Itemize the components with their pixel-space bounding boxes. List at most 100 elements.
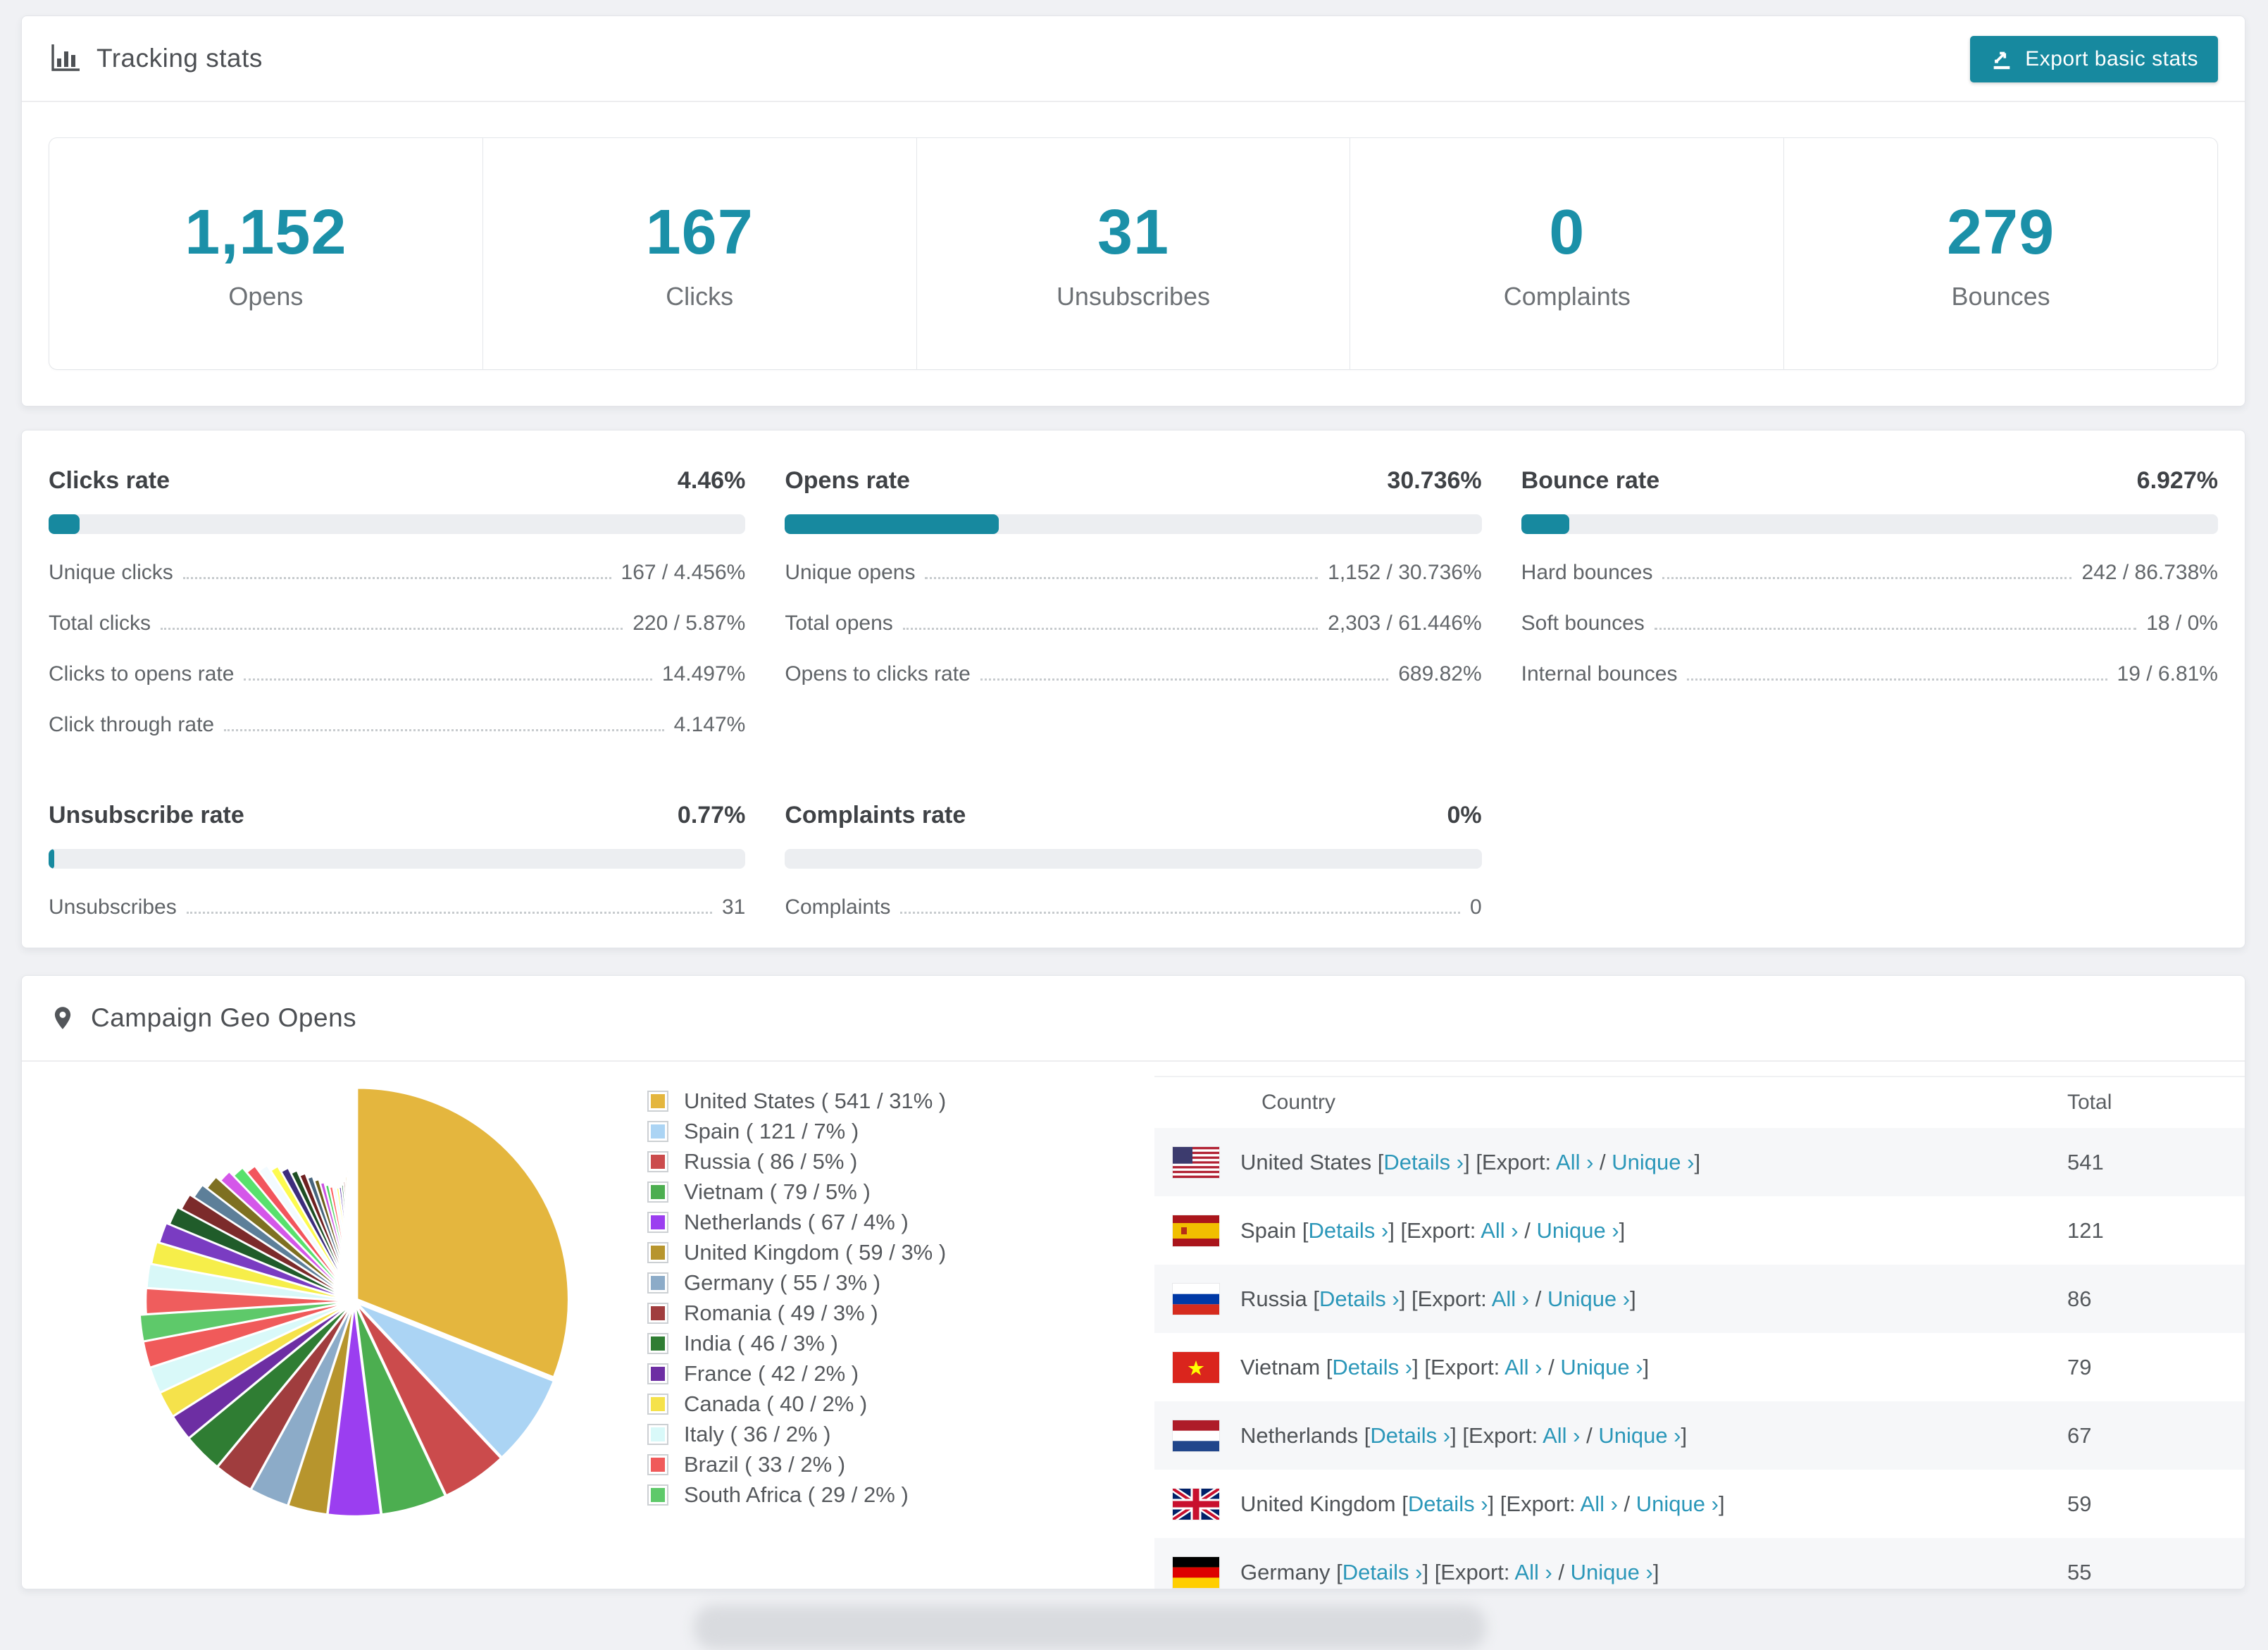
stat-card-bounces: 279 Bounces: [1784, 138, 2217, 369]
rate-percentage: 0.77%: [677, 802, 746, 829]
stat-label: Clicks: [666, 281, 734, 311]
export-basic-stats-button[interactable]: Export basic stats: [1970, 36, 2218, 82]
export-unique-link[interactable]: Unique ›: [1598, 1423, 1681, 1448]
table-row-united-kingdom: United Kingdom [Details ›] [Export: All …: [1154, 1470, 2245, 1538]
rate-section-opens: Opens rate 30.736% Unique opens 1,152 / …: [785, 467, 1482, 737]
rate-row-value: 689.82%: [1398, 662, 1482, 686]
country-cell: United States [Details ›] [Export: All ›…: [1240, 1149, 1701, 1174]
details-link[interactable]: Details ›: [1370, 1423, 1450, 1448]
export-all-link[interactable]: All ›: [1581, 1491, 1618, 1516]
details-link[interactable]: Details ›: [1408, 1491, 1488, 1516]
dotted-leader: [182, 577, 611, 579]
rate-row: Click through rate 4.147%: [49, 713, 745, 737]
country-cell: Spain [Details ›] [Export: All › / Uniqu…: [1240, 1217, 1626, 1243]
rate-row-label: Hard bounces: [1521, 561, 1653, 584]
rate-section-unsubscribe: Unsubscribe rate 0.77% Unsubscribes 31: [49, 802, 746, 919]
legend-label: Vietnam ( 79 / 5% ): [684, 1179, 871, 1204]
export-all-link[interactable]: All ›: [1556, 1150, 1593, 1174]
rate-row: Internal bounces 19 / 6.81%: [1521, 662, 2218, 686]
rate-row-label: Soft bounces: [1521, 612, 1645, 635]
export-all-link[interactable]: All ›: [1543, 1423, 1580, 1448]
country-name: United States: [1240, 1149, 1372, 1174]
details-link[interactable]: Details ›: [1319, 1286, 1400, 1311]
pie-legend: United States ( 541 / 31% ) Spain ( 121 /…: [647, 1086, 946, 1510]
total-cell: 121: [2067, 1217, 2104, 1243]
stat-card-unsubscribes: 31 Unsubscribes: [917, 138, 1351, 369]
export-icon: [1993, 51, 2010, 70]
geo-opens-pie-chart: [139, 1086, 570, 1518]
country-name: United Kingdom: [1240, 1491, 1396, 1516]
stat-value: 31: [1097, 197, 1170, 268]
tracking-stats-header: Tracking stats Export basic stats: [22, 16, 2245, 102]
geo-country-table: Country Total United States [Details ›] …: [1154, 1076, 2245, 1589]
rate-row: Unique opens 1,152 / 30.736%: [785, 561, 1481, 585]
geo-section-title: Campaign Geo Opens: [91, 1003, 357, 1032]
table-row-spain: Spain [Details ›] [Export: All › / Uniqu…: [1154, 1196, 2245, 1265]
legend-item-india: India ( 46 / 3% ): [647, 1328, 946, 1358]
export-unique-link[interactable]: Unique ›: [1571, 1560, 1653, 1584]
country-cell: Russia [Details ›] [Export: All › / Uniq…: [1240, 1286, 1636, 1311]
rate-title: Unsubscribe rate: [49, 802, 244, 829]
export-all-link[interactable]: All ›: [1492, 1286, 1529, 1311]
stat-summary-cards: 1,152 Opens 167 Clicks 31 Unsubscribes 0 Compla…: [49, 137, 2218, 370]
stat-label: Opens: [228, 281, 304, 311]
flag-gb-icon: [1173, 1488, 1219, 1520]
page-title: Tracking stats: [96, 44, 263, 73]
legend-swatch: [647, 1302, 668, 1324]
dotted-leader: [186, 912, 712, 914]
dotted-leader: [1662, 577, 2072, 579]
country-name: Germany: [1240, 1559, 1331, 1584]
details-link[interactable]: Details ›: [1342, 1560, 1423, 1584]
rate-percentage: 0%: [1447, 802, 1482, 829]
rate-percentage: 4.46%: [677, 467, 746, 494]
legend-swatch: [647, 1484, 668, 1506]
rate-row-value: 0: [1469, 895, 1482, 919]
geo-body: United States ( 541 / 31% ) Spain ( 121 /…: [22, 1062, 2245, 1589]
stat-value: 0: [1549, 197, 1585, 268]
rates-grid: Clicks rate 4.46% Unique clicks 167 / 4.…: [22, 430, 2245, 919]
export-unique-link[interactable]: Unique ›: [1612, 1150, 1694, 1174]
legend-item-romania: Romania ( 49 / 3% ): [647, 1298, 946, 1328]
rate-row: Total clicks 220 / 5.87%: [49, 612, 745, 635]
legend-swatch: [647, 1363, 668, 1384]
details-link[interactable]: Details ›: [1332, 1355, 1412, 1379]
legend-swatch: [647, 1090, 668, 1112]
export-unique-link[interactable]: Unique ›: [1560, 1355, 1643, 1379]
geo-opens-header: Campaign Geo Opens: [22, 976, 2245, 1062]
export-unique-link[interactable]: Unique ›: [1536, 1218, 1619, 1243]
rate-title: Complaints rate: [785, 802, 966, 829]
details-link[interactable]: Details ›: [1309, 1218, 1389, 1243]
rate-row-value: 18 / 0%: [2146, 612, 2218, 635]
rate-row-label: Unique clicks: [49, 561, 173, 584]
rate-row-label: Click through rate: [49, 713, 215, 736]
rate-rows: Hard bounces 242 / 86.738% Soft bounces …: [1521, 561, 2218, 686]
table-row-russia: Russia [Details ›] [Export: All › / Uniq…: [1154, 1265, 2245, 1333]
table-row-germany: Germany [Details ›] [Export: All › / Uni…: [1154, 1538, 2245, 1589]
rate-header: Opens rate 30.736%: [785, 467, 1481, 495]
geo-opens-panel: Campaign Geo Opens United States ( 541 /…: [21, 975, 2245, 1589]
export-all-link[interactable]: All ›: [1514, 1560, 1552, 1584]
legend-swatch: [647, 1120, 668, 1142]
export-all-link[interactable]: All ›: [1504, 1355, 1542, 1379]
export-unique-link[interactable]: Unique ›: [1636, 1491, 1719, 1516]
rate-section-complaints: Complaints rate 0% Complaints 0: [785, 802, 1482, 919]
rates-panel: Clicks rate 4.46% Unique clicks 167 / 4.…: [21, 430, 2245, 948]
export-all-link[interactable]: All ›: [1481, 1218, 1518, 1243]
export-unique-link[interactable]: Unique ›: [1547, 1286, 1630, 1311]
stat-label: Bounces: [1951, 281, 2050, 311]
legend-label: Russia ( 86 / 5% ): [684, 1148, 858, 1174]
country-name: Spain: [1240, 1217, 1297, 1243]
legend-label: Canada ( 40 / 2% ): [684, 1391, 868, 1416]
legend-swatch: [647, 1181, 668, 1203]
legend-item-germany: Germany ( 55 / 3% ): [647, 1267, 946, 1298]
stat-card-complaints: 0 Complaints: [1350, 138, 1785, 369]
legend-label: United States ( 541 / 31% ): [684, 1088, 947, 1113]
rate-row-label: Internal bounces: [1521, 662, 1678, 686]
country-name: Netherlands: [1240, 1422, 1359, 1448]
table-row-united-states: United States [Details ›] [Export: All ›…: [1154, 1128, 2245, 1196]
rate-row-value: 14.497%: [661, 662, 746, 686]
legend-swatch: [647, 1423, 668, 1445]
flag-ru-icon: [1173, 1283, 1219, 1315]
details-link[interactable]: Details ›: [1383, 1150, 1464, 1174]
rate-row: Complaints 0: [785, 895, 1481, 919]
